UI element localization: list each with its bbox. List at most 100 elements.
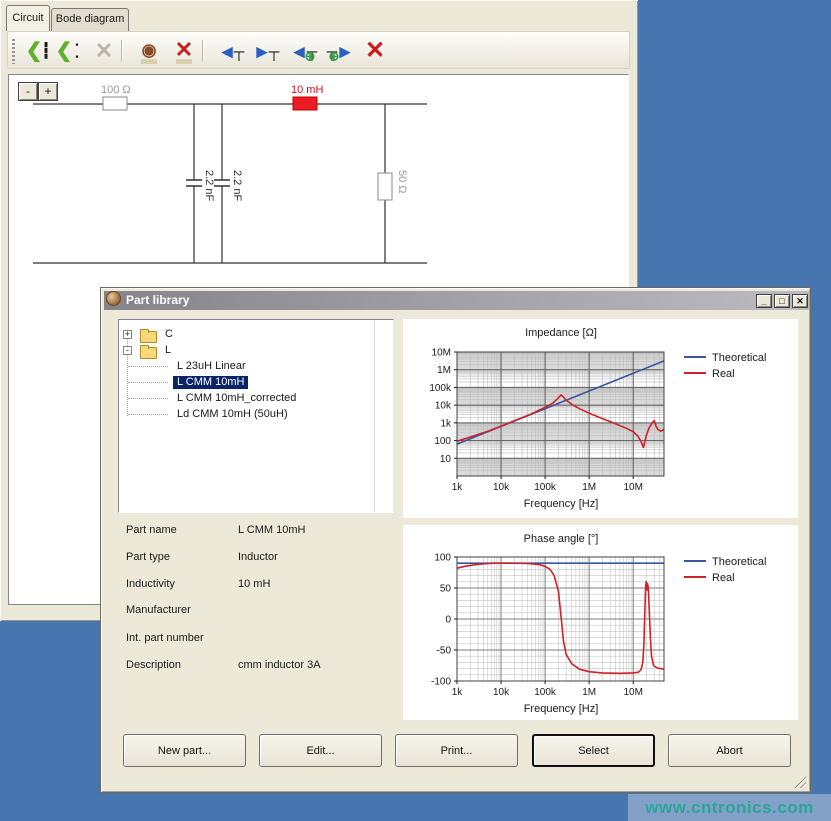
insert-part-before-icon-glyph: ❮ — [56, 41, 73, 61]
close-button[interactable]: ✕ — [792, 294, 808, 308]
svg-text:10: 10 — [440, 454, 452, 465]
svg-text:-100: -100 — [431, 677, 451, 688]
tree-item-label[interactable]: Ld CMM 10mH (50uH) — [173, 408, 292, 421]
svg-text:50: 50 — [440, 584, 452, 595]
svg-text:1M: 1M — [437, 365, 451, 376]
tab-bode-diagram[interactable]: Bode diagram — [51, 8, 129, 31]
delete-node-icon-glyph: ✕ — [365, 39, 385, 63]
svg-text:Real: Real — [712, 572, 735, 584]
toolbar-separator — [202, 40, 203, 62]
detail-label: Part type — [126, 551, 234, 563]
svg-text:100: 100 — [434, 553, 451, 564]
tree-item-label[interactable]: L CMM 10mH — [173, 376, 248, 389]
tree-guide-stub — [128, 366, 168, 367]
toolbar-grip[interactable] — [12, 39, 15, 64]
insert-node-left-icon-glyph: ◀ — [293, 45, 305, 60]
dialog-titlebar[interactable]: Part library — [104, 291, 809, 310]
impedance-chart: 1k10k100k1M10M10M1M100k10k1k10010Impedan… — [403, 319, 798, 518]
component-label: 10 mH — [291, 84, 323, 96]
edit-button[interactable]: Edit... — [259, 734, 382, 767]
part-library-snail-icon[interactable]: ▬◉ — [135, 37, 163, 65]
insert-part-left-icon-glyph: ❮ — [26, 41, 43, 61]
detail-label: Description — [126, 659, 234, 671]
insert-part-left-icon[interactable]: ❮┇ — [25, 37, 53, 65]
svg-text:-50: -50 — [437, 646, 452, 657]
new-part-button[interactable]: New part... — [123, 734, 246, 767]
part-tree[interactable]: + C - L L 23uH Linear L CMM 10mH L CMM 10mH_co… — [118, 319, 394, 513]
zoom-out-button[interactable]: - — [18, 82, 38, 101]
tree-item-label[interactable]: L CMM 10mH_corrected — [173, 392, 300, 405]
tree-item-label[interactable]: C — [161, 328, 177, 341]
svg-text:100k: 100k — [429, 383, 452, 394]
part-library-snail-icon-glyph: ◉ — [142, 42, 157, 59]
svg-text:1M: 1M — [582, 687, 596, 698]
impedance-chart-panel: 1k10k100k1M10M10M1M100k10k1k10010Impedan… — [403, 319, 798, 518]
detail-value: L CMM 10mH — [238, 524, 398, 536]
resistor-100-symbol[interactable] — [103, 97, 127, 110]
desktop: Circuit Bode diagram ❮┇❮▪▪✕▬◉▬✕┬◀┬▶┬⊕◀┬⊕… — [0, 0, 831, 821]
phase-chart-panel: 1k10k100k1M10M100500-50-100Phase angle [… — [403, 525, 798, 720]
insert-node-right-icon-glyph: ⊕ — [329, 50, 340, 63]
svg-text:10M: 10M — [623, 482, 642, 493]
svg-text:1k: 1k — [440, 418, 452, 429]
remove-part-icon-glyph: ✕ — [175, 39, 193, 61]
insert-node-right-icon[interactable]: ┬⊕▶ — [326, 37, 354, 65]
add-node-right-icon-glyph: ▶ — [256, 45, 268, 60]
select-button[interactable]: Select — [532, 734, 655, 767]
collapse-icon[interactable]: - — [123, 346, 132, 355]
maximize-button[interactable]: □ — [774, 294, 790, 308]
svg-text:Real: Real — [712, 368, 735, 380]
tree-guide-stub — [128, 414, 168, 415]
resistor-50-symbol[interactable] — [378, 173, 392, 200]
add-node-left-icon[interactable]: ┬◀ — [218, 37, 246, 65]
tree-guide-stub — [128, 398, 168, 399]
svg-text:Phase angle [°]: Phase angle [°] — [524, 533, 599, 545]
inductor-10mH-symbol[interactable] — [293, 97, 317, 110]
delete-part-disabled-icon[interactable]: ✕ — [90, 37, 118, 65]
abort-button[interactable]: Abort — [668, 734, 791, 767]
tree-item-label[interactable]: L — [161, 344, 175, 357]
watermark: www.cntronics.com — [628, 794, 831, 821]
insert-part-before-icon[interactable]: ❮▪▪ — [55, 37, 83, 65]
component-label: 50 Ω — [396, 170, 408, 194]
part-library-dialog: Part library _□✕ + C - L L 23uH Linear L CMM … — [100, 287, 811, 793]
svg-text:10k: 10k — [493, 482, 510, 493]
insert-part-before-icon-glyph: ▪ — [75, 41, 78, 50]
phase-angle-chart: 1k10k100k1M10M100500-50-100Phase angle [… — [403, 525, 798, 720]
insert-node-left-icon-glyph: ⊕ — [305, 50, 316, 63]
svg-text:100k: 100k — [534, 482, 557, 493]
insert-node-right-icon-glyph: ▶ — [339, 45, 351, 60]
svg-text:Impedance [Ω]: Impedance [Ω] — [525, 327, 597, 339]
minimize-button[interactable]: _ — [756, 294, 772, 308]
tree-guide-stub — [128, 382, 168, 383]
toolbar-separator — [121, 40, 122, 62]
svg-text:10M: 10M — [432, 348, 451, 359]
insert-part-left-icon-glyph: ┇ — [41, 44, 50, 59]
tree-item-label[interactable]: L 23uH Linear — [173, 360, 250, 373]
snail-app-icon — [106, 291, 121, 306]
svg-text:Theoretical: Theoretical — [712, 556, 766, 568]
svg-text:Theoretical: Theoretical — [712, 352, 766, 364]
add-node-right-icon-glyph: ┬ — [269, 45, 280, 60]
component-label: 2.2 nF — [203, 170, 215, 201]
remove-part-icon[interactable]: ▬✕ — [170, 37, 198, 65]
detail-label: Manufacturer — [126, 604, 234, 616]
svg-text:10k: 10k — [493, 687, 510, 698]
print-button[interactable]: Print... — [395, 734, 518, 767]
detail-label: Int. part number — [126, 632, 234, 644]
add-node-right-icon[interactable]: ┬▶ — [253, 37, 281, 65]
delete-part-disabled-icon-glyph: ✕ — [95, 40, 113, 62]
resize-grip[interactable] — [793, 775, 806, 788]
svg-text:10M: 10M — [623, 687, 642, 698]
detail-label: Part name — [126, 524, 234, 536]
tab-circuit[interactable]: Circuit — [6, 5, 50, 31]
detail-label: Inductivity — [126, 578, 234, 590]
insert-node-left-icon[interactable]: ┬⊕◀ — [290, 37, 318, 65]
svg-text:Frequency [Hz]: Frequency [Hz] — [524, 498, 599, 510]
svg-text:1M: 1M — [582, 482, 596, 493]
svg-text:0: 0 — [445, 615, 451, 626]
svg-text:1k: 1k — [452, 482, 464, 493]
delete-node-icon[interactable]: ✕ — [361, 37, 389, 65]
zoom-in-button[interactable]: + — [38, 82, 58, 101]
expand-icon[interactable]: + — [123, 330, 132, 339]
